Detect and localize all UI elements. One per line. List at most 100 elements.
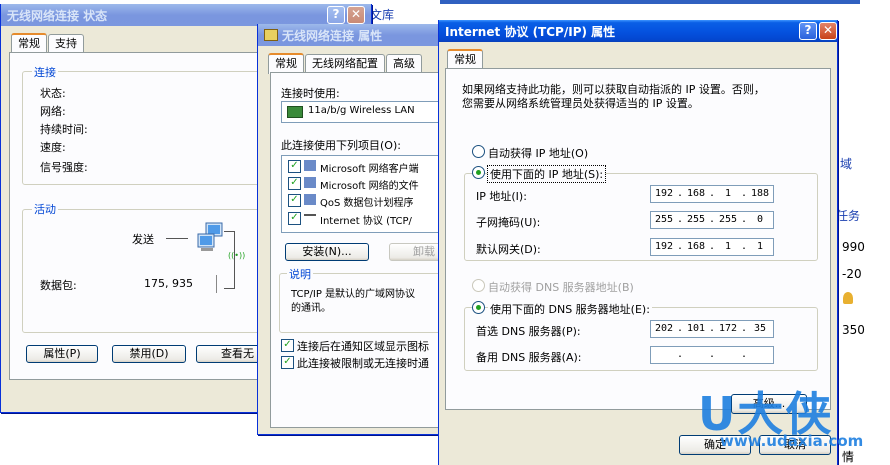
connect-using-label: 连接时使用: xyxy=(281,87,340,100)
field-duration: 持续时间: xyxy=(40,123,88,136)
item-label-1: Microsoft 网络客户端 xyxy=(320,164,419,175)
field-signal: 信号强度: xyxy=(40,161,88,174)
item-checkbox-1[interactable]: ✓ xyxy=(288,160,301,173)
gateway-octet-3: 1 xyxy=(725,241,732,252)
item-checkbox-3[interactable]: ✓ xyxy=(288,194,301,207)
mask-octet-2: 255 xyxy=(686,214,706,225)
auto-ip-label: 自动获得 IP 地址(O) xyxy=(488,147,589,160)
client-icon xyxy=(304,160,316,171)
properties-window-title: 无线网络连接 属性 xyxy=(282,28,383,43)
dns1-octet-4: 35 xyxy=(754,323,767,334)
status-titlebar[interactable]: 无线网络连接 状态 ? ✕ xyxy=(1,4,371,26)
ip-address-input[interactable]: 192. 168. 1. 188 xyxy=(650,185,774,203)
adapter-name: 11a/b/g Wireless LAN xyxy=(308,105,415,116)
tab-wireless-config[interactable]: 无线网络配置 xyxy=(305,54,385,73)
bg-number-3: 350 xyxy=(842,323,865,337)
packets-label: 数据包: xyxy=(40,279,77,292)
preferred-dns-input[interactable]: 202. 101. 172. 35 xyxy=(650,320,774,338)
status-window-title: 无线网络连接 状态 xyxy=(7,8,108,23)
dns1-octet-1: 202 xyxy=(654,323,674,334)
qos-icon xyxy=(304,194,316,205)
gateway-octet-1: 192 xyxy=(654,241,674,252)
item-label-2: Microsoft 网络的文件 xyxy=(320,181,419,192)
packets-divider xyxy=(216,275,217,293)
description-line-1: TCP/IP 是默认的广域网协议 xyxy=(291,289,416,300)
show-icon-label: 连接后在通知区域显示图标 xyxy=(297,340,429,353)
preferred-dns-label: 首选 DNS 服务器(P): xyxy=(476,325,581,338)
gateway-label: 默认网关(D): xyxy=(476,243,541,256)
ip-octet-3: 1 xyxy=(725,188,732,199)
connection-group-title: 连接 xyxy=(32,64,58,80)
watermark: U大侠 www.udaxia.com xyxy=(698,378,878,462)
ip-octet-1: 192 xyxy=(654,188,674,199)
properties-titlebar[interactable]: 无线网络连接 属性 xyxy=(258,24,448,46)
network-card-icon xyxy=(287,106,303,118)
bg-side-link[interactable]: 域 xyxy=(840,155,852,172)
ip-octet-4: 188 xyxy=(751,188,770,199)
close-button[interactable]: ✕ xyxy=(347,6,365,24)
dns1-octet-2: 101 xyxy=(686,323,706,334)
auto-dns-radio[interactable] xyxy=(472,279,485,292)
alternate-dns-input[interactable]: ... xyxy=(650,346,774,364)
tab-general[interactable]: 常规 xyxy=(447,49,483,70)
notify-checkbox[interactable]: ✓ xyxy=(281,356,294,369)
manual-dns-radio[interactable] xyxy=(472,301,485,314)
ip-octet-2: 168 xyxy=(686,188,706,199)
field-speed: 速度: xyxy=(40,141,66,154)
subnet-mask-label: 子网掩码(U): xyxy=(476,216,541,229)
item-label-3: QoS 数据包计划程序 xyxy=(320,198,414,209)
tab-support[interactable]: 支持 xyxy=(48,34,84,53)
activity-bracket xyxy=(224,231,235,289)
file-share-icon xyxy=(304,177,316,188)
mask-octet-1: 255 xyxy=(654,214,674,225)
notify-label: 此连接被限制或无连接时通 xyxy=(297,357,429,370)
alternate-dns-label: 备用 DNS 服务器(A): xyxy=(476,351,582,364)
auto-dns-label: 自动获得 DNS 服务器地址(B) xyxy=(488,281,634,294)
description-group-title: 说明 xyxy=(287,266,313,282)
help-button[interactable]: ? xyxy=(327,6,345,24)
gateway-octet-2: 168 xyxy=(686,241,706,252)
activity-group-title: 活动 xyxy=(32,201,58,217)
item-checkbox-2[interactable]: ✓ xyxy=(288,177,301,190)
field-status: 状态: xyxy=(40,87,66,100)
field-network: 网络: xyxy=(40,105,66,118)
top-blue-strip xyxy=(440,0,860,4)
bg-link-wenku[interactable]: 文库 xyxy=(370,6,394,23)
sent-label: 发送 xyxy=(132,233,154,246)
sent-line xyxy=(166,238,188,239)
manual-dns-label: 使用下面的 DNS 服务器地址(E): xyxy=(488,301,652,317)
properties-button[interactable]: 属性(P) xyxy=(26,345,98,363)
manual-ip-label: 使用下面的 IP 地址(S): xyxy=(486,165,607,183)
gateway-octet-4: 1 xyxy=(757,241,764,252)
items-list: ✓ Microsoft 网络客户端 ✓ Microsoft 网络的文件 ✓ Qo… xyxy=(281,155,455,233)
gateway-input[interactable]: 192. 168. 1. 1 xyxy=(650,238,774,256)
mask-octet-4: 0 xyxy=(757,214,764,225)
show-icon-checkbox[interactable]: ✓ xyxy=(281,339,294,352)
install-button[interactable]: 安装(N)... xyxy=(285,243,369,261)
mask-octet-3: 255 xyxy=(718,214,738,225)
wireless-title-icon xyxy=(264,29,278,41)
bg-number-2: -20 xyxy=(842,267,862,281)
dns1-octet-3: 172 xyxy=(718,323,738,334)
tab-advanced[interactable]: 高级 xyxy=(386,54,422,73)
watermark-url: www.udaxia.com xyxy=(720,432,864,450)
ip-address-label: IP 地址(I): xyxy=(476,190,527,203)
subnet-mask-input[interactable]: 255. 255. 255. 0 xyxy=(650,211,774,229)
adapter-box[interactable]: 11a/b/g Wireless LAN xyxy=(281,101,455,123)
properties-panel: 连接时使用: 11a/b/g Wireless LAN 此连接使用下列项目(O)… xyxy=(270,72,459,428)
help-button[interactable]: ? xyxy=(799,22,817,40)
manual-ip-radio[interactable] xyxy=(472,166,485,179)
bg-side-link2[interactable]: 任务 xyxy=(836,207,860,224)
medal-icon xyxy=(843,292,853,304)
disable-button[interactable]: 禁用(D) xyxy=(112,345,186,363)
item-checkbox-4[interactable]: ✓ xyxy=(288,212,301,225)
auto-ip-radio[interactable] xyxy=(472,145,485,158)
items-label: 此连接使用下列项目(O): xyxy=(281,139,401,152)
tab-general[interactable]: 常规 xyxy=(268,53,304,74)
close-button[interactable]: ✕ xyxy=(819,22,837,40)
properties-window: 无线网络连接 属性 常规 无线网络配置 高级 连接时使用: 11a/b/g Wi… xyxy=(257,24,459,435)
description-line-2: 的通讯。 xyxy=(291,303,331,314)
tab-general[interactable]: 常规 xyxy=(11,33,47,54)
tcpip-titlebar[interactable]: Internet 协议 (TCP/IP) 属性 ? ✕ xyxy=(439,20,837,42)
tcpip-panel: 如果网络支持此功能，则可以获取自动指派的 IP 设置。否则， 您需要从网络系统管… xyxy=(445,68,831,410)
